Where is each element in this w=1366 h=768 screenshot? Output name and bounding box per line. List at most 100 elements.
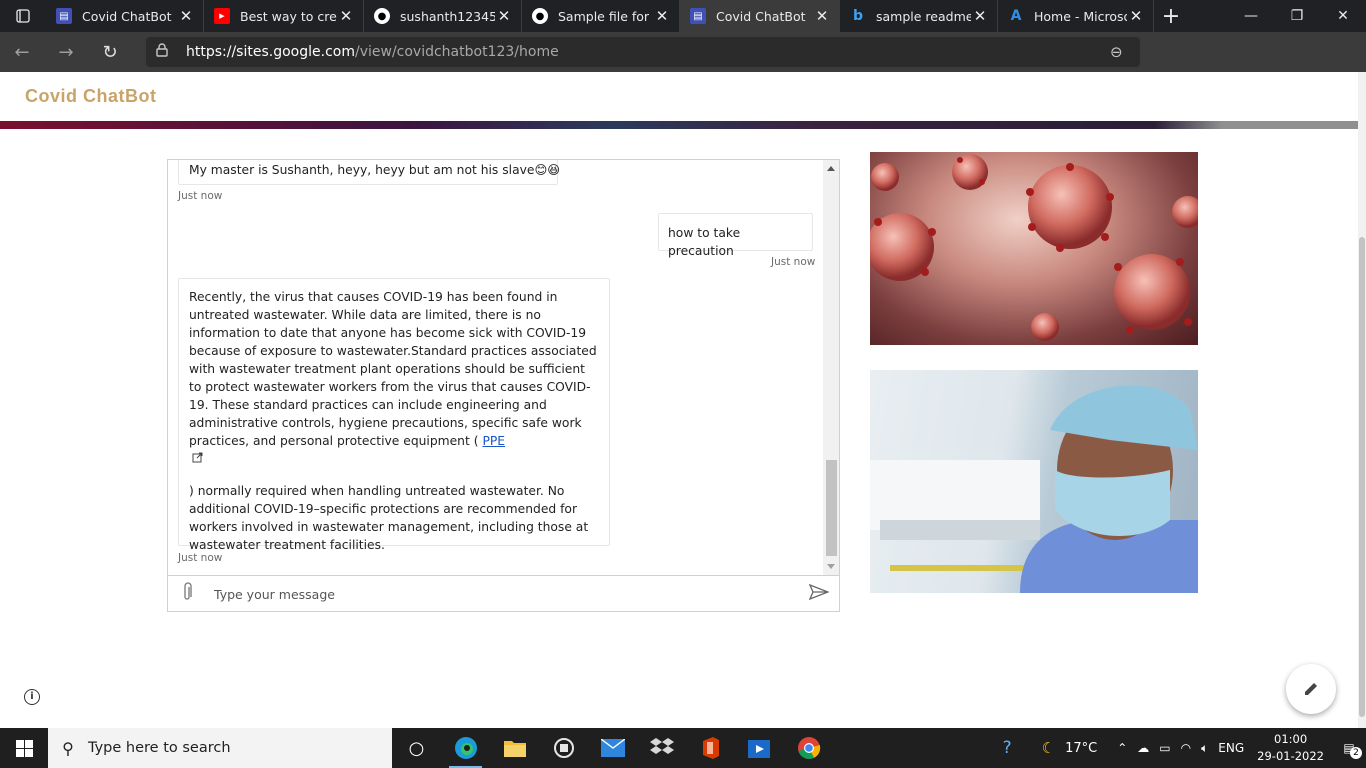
clock[interactable]: 01:00 29-01-2022	[1249, 731, 1332, 765]
chevron-up-icon[interactable]: ⌃	[1112, 741, 1132, 755]
send-icon[interactable]	[799, 583, 839, 604]
url-host: https://sites.google.com	[186, 44, 355, 60]
browser-tab-github-repo[interactable]: ● sushanth123456/ ✕	[364, 0, 522, 32]
tab-title: Covid ChatBot	[82, 8, 172, 24]
dropbox-app[interactable]	[637, 728, 686, 768]
chat-widget: My master is Sushanth, heyy, heyy but am…	[167, 159, 840, 612]
scroll-up-icon[interactable]	[827, 166, 835, 171]
new-tab-button[interactable]: +	[1154, 4, 1188, 29]
emoji-icon: 😊😆	[534, 163, 561, 177]
back-button[interactable]: ←	[0, 32, 44, 72]
lock-icon	[156, 43, 186, 61]
message-timestamp: Just now	[178, 552, 223, 564]
close-icon[interactable]: ✕	[1127, 7, 1145, 25]
url-path: /view/covidchatbot123/home	[354, 44, 559, 60]
youtube-icon: ▶	[214, 8, 230, 24]
help-icon[interactable]: ?	[998, 738, 1017, 758]
weather-moon-icon[interactable]: ☾	[1037, 739, 1060, 757]
close-icon[interactable]: ✕	[971, 7, 989, 25]
forward-button[interactable]: →	[44, 32, 88, 72]
browser-tab-covid-chatbot-1[interactable]: ▤ Covid ChatBot ✕	[46, 0, 204, 32]
minimize-button[interactable]: —	[1228, 0, 1274, 32]
tab-title: Covid ChatBot	[716, 8, 806, 24]
plus-icon: +	[1161, 3, 1181, 29]
search-placeholder: Type here to search	[88, 740, 231, 756]
taskbar-search[interactable]: ⚲ Type here to search	[48, 728, 392, 768]
close-window-button[interactable]: ✕	[1320, 0, 1366, 32]
site-page: Covid ChatBot My master is Sushanth, hey…	[0, 72, 1366, 728]
bing-icon: b	[852, 8, 864, 24]
pencil-icon	[1305, 683, 1317, 695]
message-text: Recently, the virus that causes COVID-19…	[189, 290, 597, 448]
browser-tab-github-sample[interactable]: ● Sample file for RE ✕	[522, 0, 680, 32]
office-app[interactable]	[686, 728, 735, 768]
app-icon-button[interactable]	[539, 728, 588, 768]
tab-title: sample readme fi	[876, 8, 971, 24]
refresh-icon: ↻	[102, 41, 118, 63]
file-explorer-app[interactable]	[490, 728, 539, 768]
browser-tab-covid-chatbot-active[interactable]: ▤ Covid ChatBot ✕	[680, 0, 840, 32]
tab-title: Home - Microsofi	[1034, 8, 1127, 24]
azure-icon: A	[1010, 8, 1022, 24]
close-icon: ✕	[1337, 8, 1349, 24]
minimize-icon: —	[1244, 8, 1258, 24]
chat-input-bar	[168, 575, 839, 611]
tab-actions-icon	[16, 9, 30, 23]
bot-message: My master is Sushanth, heyy, heyy but am…	[178, 160, 561, 185]
browser-tab-azure[interactable]: A Home - Microsofi ✕	[998, 0, 1154, 32]
close-icon[interactable]: ✕	[495, 7, 513, 25]
wifi-icon[interactable]: ◠	[1176, 741, 1196, 755]
edit-button[interactable]	[1286, 664, 1336, 714]
refresh-button[interactable]: ↻	[88, 32, 132, 72]
folder-icon	[503, 741, 526, 757]
attachment-icon[interactable]	[168, 581, 206, 607]
close-icon[interactable]: ✕	[653, 7, 671, 25]
user-message: how to take precaution	[658, 213, 813, 258]
mail-icon	[600, 739, 625, 757]
message-input[interactable]	[206, 579, 799, 609]
weather-temperature[interactable]: 17°C	[1060, 741, 1102, 756]
scrollbar-thumb[interactable]	[1359, 237, 1365, 717]
browser-tab-bing[interactable]: b sample readme fi ✕	[840, 0, 998, 32]
page-scrollbar[interactable]	[1358, 72, 1366, 728]
chat-messages[interactable]: My master is Sushanth, heyy, heyy but am…	[168, 160, 822, 575]
cortana-icon: ○	[408, 737, 425, 759]
sites-icon: ▤	[56, 8, 72, 24]
onedrive-icon[interactable]: ☁	[1132, 741, 1154, 755]
chat-scrollbar[interactable]	[823, 160, 839, 575]
external-link-icon	[189, 450, 599, 470]
message-text: My master is Sushanth, heyy, heyy but am…	[189, 163, 535, 177]
volume-icon[interactable]: 🔈︎	[1196, 741, 1213, 756]
info-icon[interactable]: i	[24, 689, 40, 705]
tab-title: Best way to creat	[240, 8, 337, 24]
close-icon[interactable]: ✕	[177, 7, 195, 25]
restore-icon: ❐	[1290, 8, 1304, 24]
address-bar[interactable]: https://sites.google.com/view/covidchatb…	[146, 37, 1140, 67]
scroll-down-icon[interactable]	[827, 564, 835, 569]
browser-tab-youtube[interactable]: ▶ Best way to creat ✕	[204, 0, 364, 32]
message-timestamp: Just now	[771, 256, 816, 268]
start-button[interactable]	[0, 728, 48, 768]
message-text: how to take precaution	[668, 226, 741, 258]
close-icon[interactable]: ✕	[337, 7, 355, 25]
tab-title: Sample file for RE	[558, 8, 653, 24]
mail-app[interactable]	[588, 728, 637, 768]
language-indicator[interactable]: ENG	[1213, 741, 1249, 755]
github-icon: ●	[374, 8, 390, 24]
notifications-button[interactable]: ▤ 2	[1332, 741, 1366, 759]
restore-button[interactable]: ❐	[1274, 0, 1320, 32]
edge-app[interactable]	[441, 728, 490, 768]
media-app[interactable]	[735, 728, 784, 768]
scrollbar-thumb[interactable]	[826, 460, 837, 556]
clock-date: 29-01-2022	[1257, 749, 1324, 763]
browser-toolbar: ← → ↻ https://sites.google.com/view/covi…	[0, 32, 1366, 94]
chrome-app[interactable]	[784, 728, 833, 768]
zoom-icon[interactable]: ⊖	[1110, 43, 1123, 61]
close-icon[interactable]: ✕	[813, 7, 831, 25]
dropbox-icon	[649, 738, 674, 754]
ppe-link[interactable]: PPE	[482, 434, 505, 448]
tab-actions-button[interactable]	[0, 0, 46, 32]
cortana-button[interactable]: ○	[392, 728, 441, 768]
battery-icon[interactable]: ▭	[1154, 741, 1175, 755]
site-title[interactable]: Covid ChatBot	[25, 86, 157, 107]
